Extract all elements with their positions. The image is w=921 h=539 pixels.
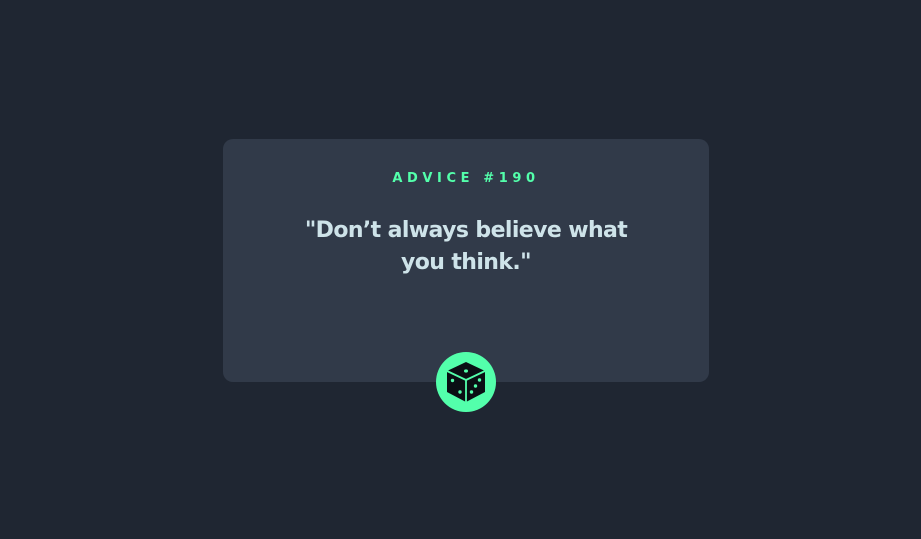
advice-card: ADVICE #190 "Don’t always believe what y… [223, 139, 709, 382]
advice-id: ADVICE #190 [392, 171, 540, 186]
advice-quote: "Don’t always believe what you think." [304, 218, 628, 275]
new-advice-button[interactable] [436, 352, 496, 412]
dice-icon [446, 362, 486, 402]
